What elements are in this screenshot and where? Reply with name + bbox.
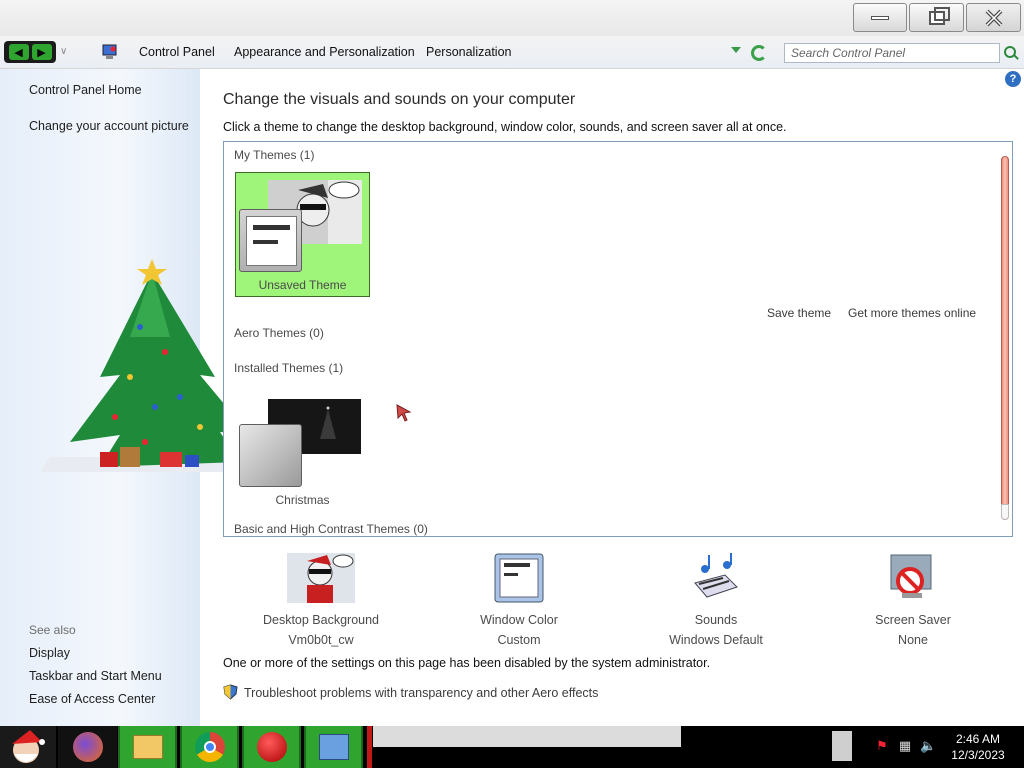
theme-unsaved[interactable]: Unsaved Theme bbox=[235, 172, 370, 297]
breadcrumb-appearance[interactable]: Appearance and Personalization bbox=[234, 45, 415, 59]
network-icon[interactable]: ▦ bbox=[897, 738, 913, 754]
recent-pages-dropdown[interactable]: ∨ bbox=[60, 46, 67, 57]
theme-christmas-window-preview bbox=[239, 424, 302, 487]
theme-unsaved-window-preview bbox=[239, 209, 302, 272]
search-icon[interactable] bbox=[1004, 46, 1016, 58]
red-ball-icon bbox=[256, 732, 287, 762]
desktop-background-label: Desktop Background bbox=[262, 613, 380, 627]
ease-of-access-link[interactable]: Ease of Access Center bbox=[29, 692, 155, 706]
scrollbar-thumb[interactable] bbox=[1001, 156, 1009, 520]
taskbar-start-menu-link[interactable]: Taskbar and Start Menu bbox=[29, 669, 162, 683]
taskbar: ⚑ ▦ 🔈 2:46 AM 12/3/2023 bbox=[0, 726, 1024, 768]
sounds-icon bbox=[691, 553, 741, 603]
desktop-background-value: Vm0b0t_cw bbox=[288, 633, 354, 647]
maximize-button[interactable] bbox=[909, 3, 964, 32]
firefox-icon bbox=[72, 732, 103, 762]
change-account-picture-link[interactable]: Change your account picture bbox=[29, 119, 189, 133]
control-panel-icon bbox=[102, 44, 117, 59]
close-icon bbox=[985, 9, 1002, 26]
theme-christmas[interactable]: Christmas bbox=[235, 394, 370, 509]
troubleshoot-aero-link[interactable]: Troubleshoot problems with transparency … bbox=[244, 686, 598, 700]
window-color-icon bbox=[494, 553, 544, 603]
taskbar-chrome[interactable] bbox=[180, 726, 239, 768]
group-my-themes: My Themes (1) bbox=[234, 148, 315, 162]
minimize-icon bbox=[871, 15, 889, 20]
address-bar: ◀ ▶ ∨ Control Panel Appearance and Perso… bbox=[0, 36, 1024, 69]
chrome-icon bbox=[194, 732, 225, 762]
theme-list: My Themes (1) Unsaved Theme Save theme G… bbox=[223, 141, 1013, 537]
clock-date: 12/3/2023 bbox=[951, 748, 1005, 762]
see-also-label: See also bbox=[29, 623, 76, 637]
sounds-label: Sounds bbox=[694, 613, 738, 627]
mouse-cursor-icon bbox=[396, 404, 412, 422]
restore-icon bbox=[928, 6, 950, 25]
refresh-icon[interactable] bbox=[751, 45, 767, 61]
theme-unsaved-label: Unsaved Theme bbox=[258, 278, 347, 292]
page-title: Change the visuals and sounds on your co… bbox=[223, 91, 576, 108]
clock-time: 2:46 AM bbox=[955, 732, 1001, 746]
sounds-value: Windows Default bbox=[669, 633, 763, 647]
control-panel-icon bbox=[318, 734, 349, 760]
group-basic-themes: Basic and High Contrast Themes (0) bbox=[234, 522, 428, 536]
screen-saver-setting[interactable]: Screen Saver None bbox=[838, 553, 988, 647]
group-installed-themes: Installed Themes (1) bbox=[234, 361, 344, 375]
sounds-setting[interactable]: Sounds Windows Default bbox=[641, 553, 791, 647]
close-button[interactable] bbox=[966, 3, 1021, 32]
breadcrumb-control-panel[interactable]: Control Panel bbox=[139, 45, 215, 59]
control-panel-home-link[interactable]: Control Panel Home bbox=[29, 83, 142, 97]
action-center-flag-icon[interactable]: ⚑ bbox=[874, 738, 890, 754]
address-dropdown-icon[interactable] bbox=[731, 47, 741, 53]
taskbar-firefox[interactable] bbox=[58, 726, 117, 768]
taskbar-red-app[interactable] bbox=[242, 726, 301, 768]
screen-saver-label: Screen Saver bbox=[875, 613, 951, 627]
window-color-setting[interactable]: Window Color Custom bbox=[444, 553, 594, 647]
group-aero-themes: Aero Themes (0) bbox=[234, 326, 324, 340]
desktop-background-setting[interactable]: Desktop Background Vm0b0t_cw bbox=[246, 553, 396, 647]
file-explorer-icon bbox=[132, 735, 163, 759]
left-pane: Control Panel Home Change your account p… bbox=[0, 69, 250, 726]
start-button[interactable] bbox=[0, 726, 56, 768]
taskbar-file-explorer[interactable] bbox=[118, 726, 177, 768]
breadcrumb-personalization[interactable]: Personalization bbox=[426, 45, 511, 59]
taskbar-empty-area bbox=[373, 726, 681, 747]
volume-icon[interactable]: 🔈 bbox=[920, 738, 936, 754]
help-icon[interactable]: ? bbox=[1005, 71, 1021, 87]
taskbar-separator bbox=[367, 726, 372, 768]
window-color-value: Custom bbox=[497, 633, 541, 647]
minimize-button[interactable] bbox=[853, 3, 907, 32]
shield-icon bbox=[223, 684, 238, 700]
theme-christmas-label: Christmas bbox=[275, 493, 330, 507]
forward-button[interactable]: ▶ bbox=[31, 44, 52, 60]
search-input[interactable]: Search Control Panel bbox=[784, 43, 1000, 63]
show-desktop-thumbnail[interactable] bbox=[832, 731, 852, 761]
clock[interactable]: 2:46 AM 12/3/2023 bbox=[944, 731, 1012, 763]
back-button[interactable]: ◀ bbox=[8, 44, 29, 60]
desktop-background-icon bbox=[287, 553, 355, 603]
get-more-themes-link[interactable]: Get more themes online bbox=[848, 306, 976, 320]
title-bar bbox=[0, 0, 1024, 36]
display-link[interactable]: Display bbox=[29, 646, 70, 660]
nav-buttons: ◀ ▶ bbox=[4, 41, 56, 63]
christmas-tree-image bbox=[40, 259, 250, 472]
scrollbar-down[interactable] bbox=[1001, 504, 1009, 520]
santa-start-icon bbox=[12, 730, 45, 763]
taskbar-control-panel[interactable] bbox=[304, 726, 363, 768]
screen-saver-icon bbox=[888, 553, 938, 603]
page-subtitle: Click a theme to change the desktop back… bbox=[223, 120, 787, 134]
window-color-label: Window Color bbox=[480, 613, 558, 627]
save-theme-link[interactable]: Save theme bbox=[767, 306, 831, 320]
screen-saver-value: None bbox=[898, 633, 928, 647]
admin-disabled-note: One or more of the settings on this page… bbox=[223, 656, 711, 670]
